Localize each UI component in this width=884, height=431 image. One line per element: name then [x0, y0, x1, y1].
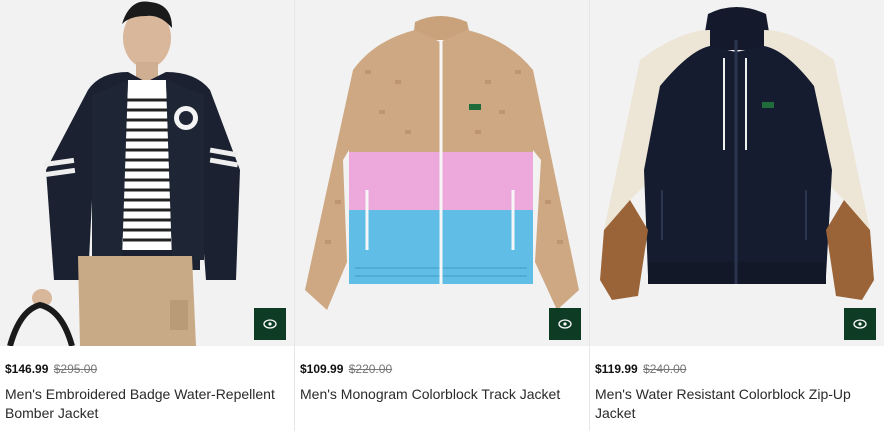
product-name[interactable]: Men's Monogram Colorblock Track Jacket [300, 385, 583, 404]
original-price: $220.00 [348, 362, 393, 376]
product-info: $119.99 $240.00 Men's Water Resistant Co… [590, 346, 884, 423]
eye-icon [263, 319, 277, 329]
product-name[interactable]: Men's Water Resistant Colorblock Zip-Up … [595, 385, 878, 423]
product-info: $146.99 $295.00 Men's Embroidered Badge … [0, 346, 294, 423]
bomber-jacket-photo [0, 0, 294, 346]
product-info: $109.99 $220.00 Men's Monogram Colorbloc… [295, 346, 589, 404]
eye-icon [558, 319, 572, 329]
price-row: $109.99 $220.00 [300, 360, 583, 378]
original-price: $295.00 [53, 362, 98, 376]
original-price: $240.00 [643, 362, 687, 376]
sale-price: $146.99 [5, 362, 49, 376]
product-image[interactable] [295, 0, 589, 346]
sale-price: $109.99 [300, 362, 344, 376]
product-card[interactable]: $146.99 $295.00 Men's Embroidered Badge … [0, 0, 295, 431]
price-row: $146.99 $295.00 [5, 360, 288, 378]
quick-view-button[interactable] [549, 308, 581, 340]
track-jacket-photo [295, 0, 589, 346]
product-image[interactable] [0, 0, 294, 346]
product-card[interactable]: $109.99 $220.00 Men's Monogram Colorbloc… [295, 0, 590, 431]
product-grid: $146.99 $295.00 Men's Embroidered Badge … [0, 0, 884, 431]
sale-price: $119.99 [595, 362, 638, 376]
quick-view-button[interactable] [844, 308, 876, 340]
product-name[interactable]: Men's Embroidered Badge Water-Repellent … [5, 385, 288, 423]
eye-icon [853, 319, 867, 329]
zip-up-jacket-photo [590, 0, 884, 346]
product-image[interactable] [590, 0, 884, 346]
price-row: $119.99 $240.00 [595, 360, 878, 378]
product-card[interactable]: $119.99 $240.00 Men's Water Resistant Co… [590, 0, 884, 431]
quick-view-button[interactable] [254, 308, 286, 340]
